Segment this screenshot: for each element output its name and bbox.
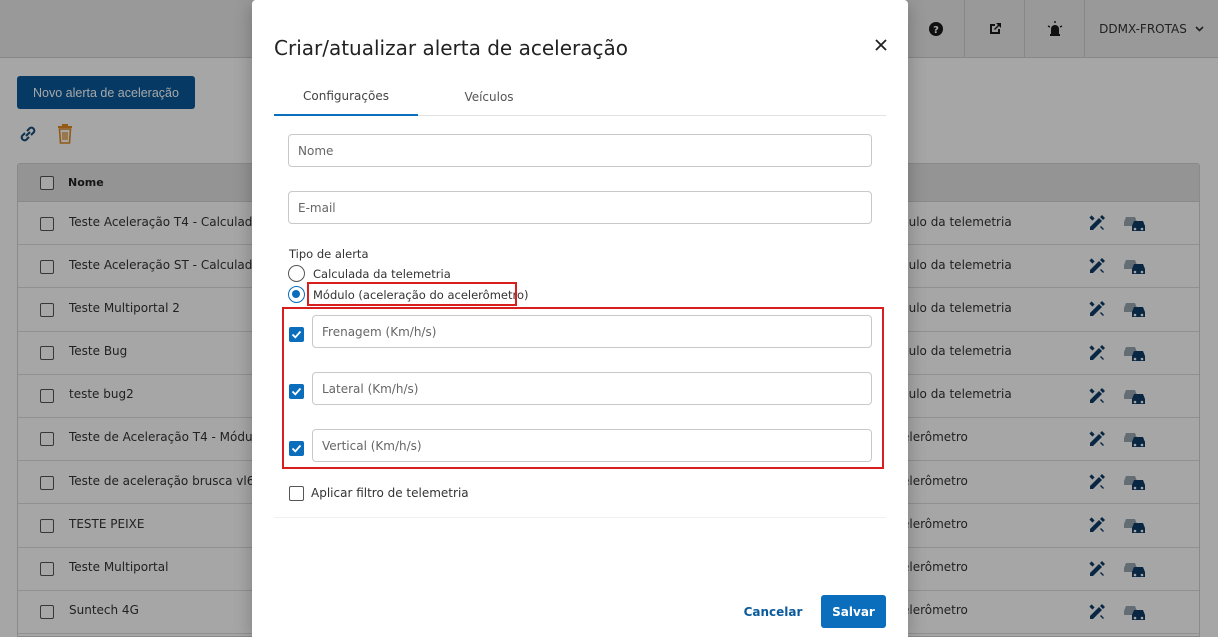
- modal-title: Criar/atualizar alerta de aceleração: [274, 36, 628, 60]
- braking-checkbox[interactable]: [289, 327, 304, 342]
- vertical-checkbox[interactable]: [289, 441, 304, 456]
- cancel-button[interactable]: Cancelar: [740, 596, 806, 628]
- save-button[interactable]: Salvar: [821, 595, 886, 628]
- radio-module[interactable]: [288, 286, 305, 303]
- alert-modal: Criar/atualizar alerta de aceleração Con…: [252, 0, 908, 637]
- checkmark-icon: [291, 330, 302, 339]
- form-divider: [274, 516, 886, 518]
- braking-input[interactable]: [312, 315, 872, 348]
- email-input[interactable]: [288, 191, 872, 224]
- radio-telemetry[interactable]: [288, 265, 305, 282]
- close-icon[interactable]: [874, 38, 888, 52]
- lateral-checkbox[interactable]: [289, 384, 304, 399]
- modal-tabs: Configurações Veículos: [274, 78, 886, 116]
- config-form: Tipo de alerta Calculada da telemetria M…: [274, 116, 886, 518]
- telemetry-filter-label[interactable]: Aplicar filtro de telemetria: [311, 486, 469, 500]
- lateral-input[interactable]: [312, 372, 872, 405]
- checkmark-icon: [291, 387, 302, 396]
- name-input[interactable]: [288, 134, 872, 167]
- highlight-box-module: [307, 282, 517, 306]
- alert-type-label: Tipo de alerta: [289, 247, 369, 261]
- tab-configuracoes[interactable]: Configurações: [274, 78, 418, 116]
- vertical-input[interactable]: [312, 429, 872, 462]
- radio-telemetry-label[interactable]: Calculada da telemetria: [313, 267, 451, 281]
- checkmark-icon: [291, 444, 302, 453]
- tab-veiculos[interactable]: Veículos: [424, 78, 554, 116]
- telemetry-filter-checkbox[interactable]: [289, 486, 304, 501]
